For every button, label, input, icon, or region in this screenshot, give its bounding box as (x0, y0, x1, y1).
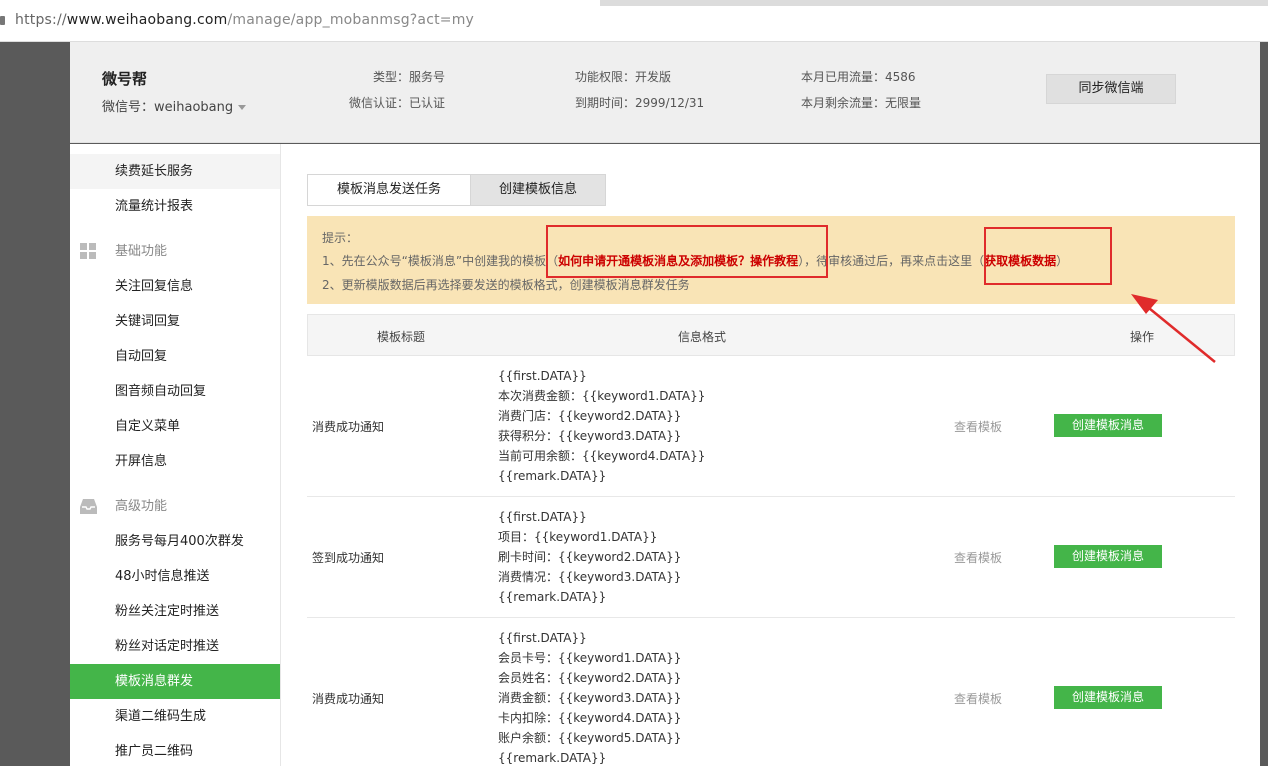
account-permission: 功能权限：开发版 (575, 70, 672, 84)
main-content: 模板消息发送任务 创建模板信息 提示： 1、先在公众号“模板消息”中创建我的模板… (281, 144, 1260, 766)
sidebar-section-basic: 基础功能 (70, 234, 280, 269)
row-format: {{first.DATA}} 会员卡号：{{keyword1.DATA}} 会员… (498, 631, 682, 765)
sidebar-item-splash[interactable]: 开屏信息 (70, 444, 280, 479)
browser-url-bar[interactable]: https://www.weihaobang.com/manage/app_mo… (0, 0, 1268, 42)
account-expire: 到期时间：2999/12/31 (575, 96, 705, 110)
sidebar: 续费延长服务 流量统计报表 基础功能 关注回复信息 关键词回复 自动回复 图音频… (70, 144, 281, 766)
grid-icon (80, 243, 96, 259)
account-remain-flow: 本月剩余流量：无限量 (801, 96, 922, 110)
sidebar-item-promoter-qrcode[interactable]: 推广员二维码 (70, 734, 280, 766)
inbox-icon (80, 499, 97, 514)
sidebar-item-keyword-reply[interactable]: 关键词回复 (70, 304, 280, 339)
create-template-message-button[interactable]: 创建模板消息 (1054, 414, 1162, 437)
row-format: {{first.DATA}} 项目：{{keyword1.DATA}} 刷卡时间… (498, 510, 682, 604)
notice-label: 提示： (322, 231, 359, 245)
sidebar-item-media-reply[interactable]: 图音频自动回复 (70, 374, 280, 409)
create-template-message-button[interactable]: 创建模板消息 (1054, 545, 1162, 568)
sidebar-item-flow-report[interactable]: 流量统计报表 (70, 189, 280, 224)
row-title: 消费成功通知 (312, 692, 385, 706)
sidebar-section-advanced: 高级功能 (70, 489, 280, 524)
create-template-message-button[interactable]: 创建模板消息 (1054, 686, 1162, 709)
tab-send-tasks[interactable]: 模板消息发送任务 (307, 174, 471, 206)
annotation-box-tutorial (546, 225, 828, 278)
sidebar-item-follow-reply[interactable]: 关注回复信息 (70, 269, 280, 304)
sidebar-item-auto-reply[interactable]: 自动回复 (70, 339, 280, 374)
table-row: 消费成功通知 {{first.DATA}} 会员卡号：{{keyword1.DA… (307, 618, 1235, 766)
row-title: 签到成功通知 (312, 551, 385, 565)
annotation-box-fetch (984, 227, 1112, 285)
account-header: 微号帮 微信号：weihaobang 类型：服务号 微信认证：已认证 功能权限：… (70, 42, 1260, 143)
row-title: 消费成功通知 (312, 420, 385, 434)
account-type: 类型：服务号 (373, 70, 446, 84)
lock-icon (0, 16, 5, 25)
chevron-down-icon[interactable] (238, 105, 247, 110)
url-text[interactable]: https://www.weihaobang.com/manage/app_mo… (15, 12, 474, 28)
view-template-link[interactable]: 查看模板 (954, 418, 1002, 435)
sidebar-item-template-mass[interactable]: 模板消息群发 (70, 664, 280, 699)
row-format: {{first.DATA}} 本次消费金额：{{keyword1.DATA}} … (498, 369, 706, 483)
table-row: 消费成功通知 {{first.DATA}} 本次消费金额：{{keyword1.… (307, 356, 1235, 497)
table-header: 模板标题 信息格式 操作 (307, 314, 1235, 356)
view-template-link[interactable]: 查看模板 (954, 690, 1002, 707)
browser-tab[interactable] (0, 0, 600, 6)
sidebar-item-follow-timed-push[interactable]: 粉丝关注定时推送 (70, 594, 280, 629)
account-used-flow: 本月已用流量：4586 (801, 70, 916, 84)
col-action-header: 操作 (1130, 330, 1155, 344)
table-row: 签到成功通知 {{first.DATA}} 项目：{{keyword1.DATA… (307, 497, 1235, 618)
tab-create-template[interactable]: 创建模板信息 (470, 174, 606, 206)
account-name: 微号帮 (102, 70, 148, 88)
sidebar-item-48h-push[interactable]: 48小时信息推送 (70, 559, 280, 594)
sidebar-item-custom-menu[interactable]: 自定义菜单 (70, 409, 280, 444)
sidebar-item-chat-timed-push[interactable]: 粉丝对话定时推送 (70, 629, 280, 664)
col-format-header: 信息格式 (678, 330, 727, 344)
left-gutter (0, 42, 70, 766)
notice-line-2: 2、更新模版数据后再选择要发送的模板格式，创建模板消息群发任务 (322, 278, 690, 292)
view-template-link[interactable]: 查看模板 (954, 549, 1002, 566)
sync-wechat-button[interactable]: 同步微信端 (1046, 74, 1176, 104)
account-verify: 微信认证：已认证 (349, 96, 446, 110)
account-wxid[interactable]: 微信号：weihaobang (102, 96, 247, 115)
browser-tab-strip (0, 0, 1268, 6)
col-title-header: 模板标题 (377, 330, 426, 344)
right-gutter (1260, 42, 1268, 766)
sidebar-item-mass-send[interactable]: 服务号每月400次群发 (70, 524, 280, 559)
sidebar-item-renew[interactable]: 续费延长服务 (70, 154, 280, 189)
sidebar-item-channel-qrcode[interactable]: 渠道二维码生成 (70, 699, 280, 734)
